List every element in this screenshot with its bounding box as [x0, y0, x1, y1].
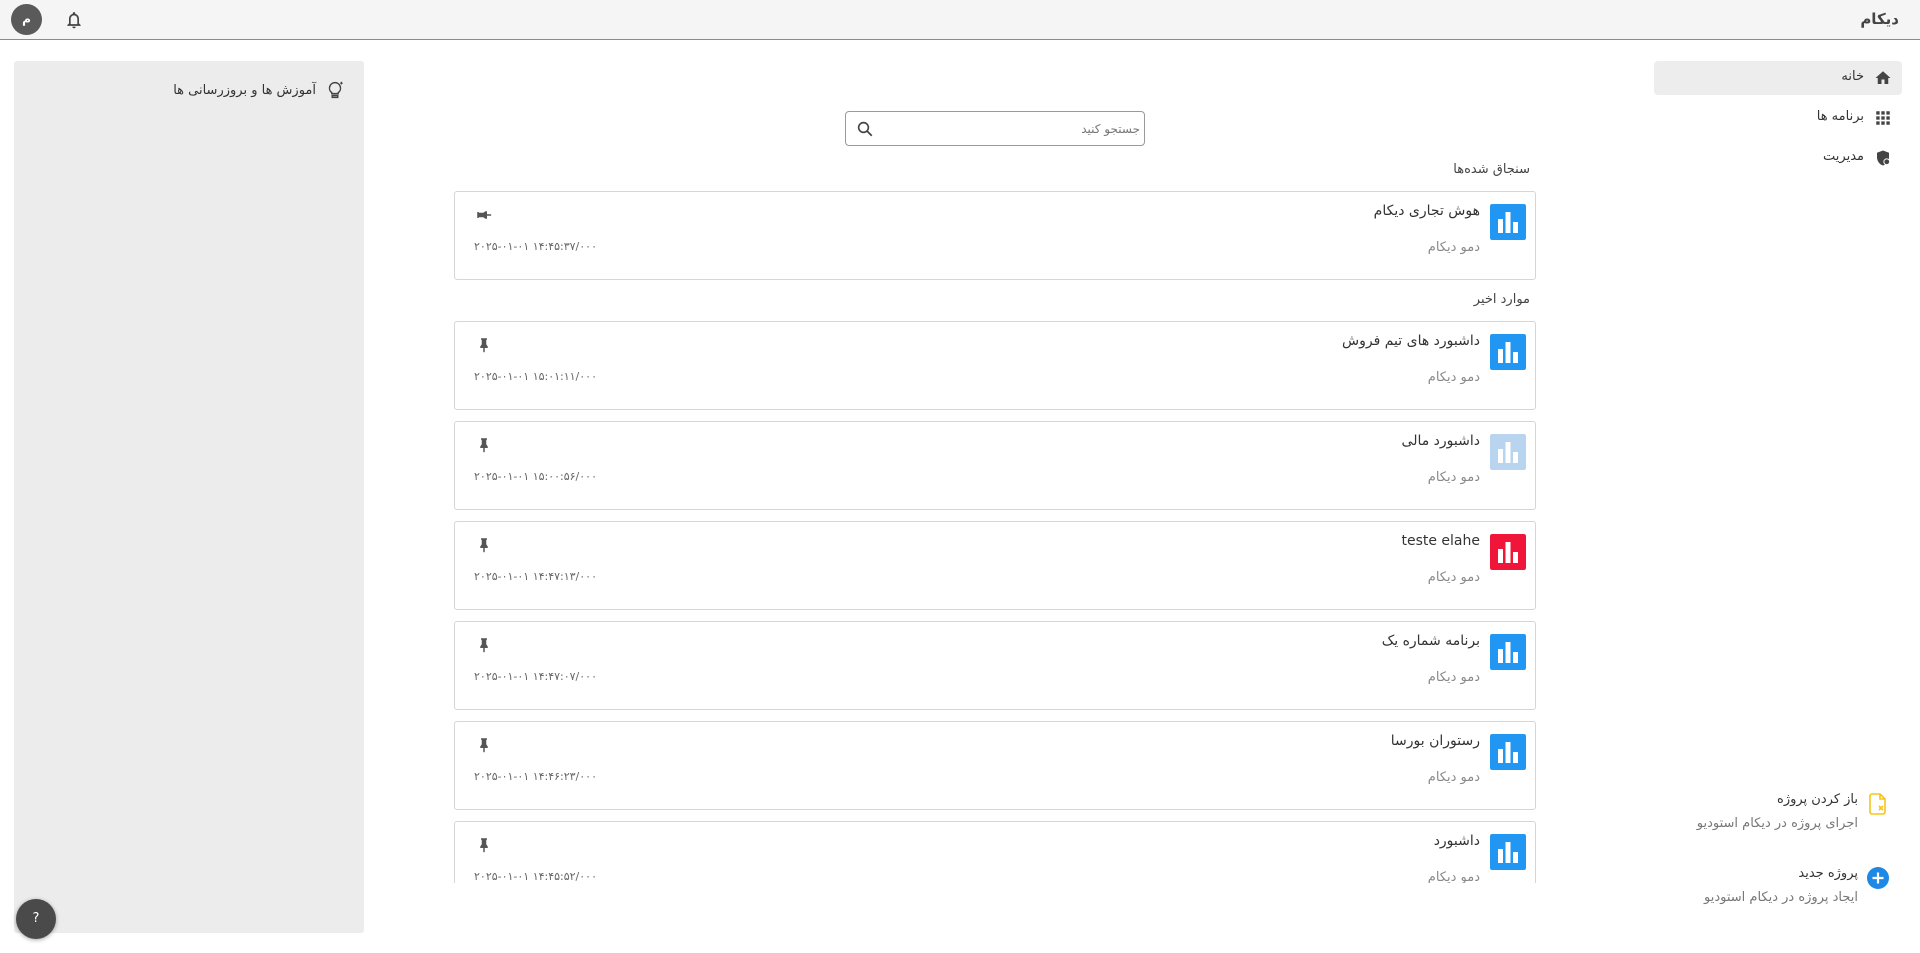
unpin-icon[interactable]: [475, 206, 493, 224]
search-box: [845, 111, 1145, 146]
app-owner: دمو دیکام: [1427, 570, 1480, 585]
pin-icon[interactable]: [475, 736, 493, 754]
new-project-subtitle: ایجاد پروژه در دیکام استودیو: [1704, 890, 1858, 905]
app-date: ۲۰۲۵-۰۱-۰۱ ۱۴:۴۵:۵۲/۰۰۰: [474, 870, 597, 883]
nav-item-admin[interactable]: مدیریت: [1654, 141, 1902, 175]
recent-app-card[interactable]: داشبورد مالی دمو دیکام ۲۰۲۵-۰۱-۰۱ ۱۵:۰۰:۵۶…: [454, 421, 1536, 510]
tips-label: آموزش ها و بروزرسانی ها: [173, 83, 316, 98]
bar-chart-app-icon: [1490, 734, 1526, 770]
app-name: هوش تجاری دیکام: [1373, 203, 1480, 219]
app-name: برنامه شماره یک: [1381, 633, 1480, 649]
pin-icon[interactable]: [475, 436, 493, 454]
bar-chart-app-icon: [1490, 434, 1526, 470]
app-owner: دمو دیکام: [1427, 370, 1480, 385]
pinned-section-title: سنجاق شده‌ها: [1453, 162, 1530, 177]
open-project-subtitle: اجرای پروژه در دیکام استودیو: [1696, 816, 1858, 831]
admin-shield-icon: [1877, 150, 1891, 166]
app-name: داشبورد مالی: [1401, 433, 1480, 449]
app-date: ۲۰۲۵-۰۱-۰۱ ۱۵:۰۰:۵۶/۰۰۰: [474, 470, 597, 483]
help-button[interactable]: ?: [16, 899, 56, 939]
app-name: teste elahe: [1401, 533, 1480, 549]
nav-item-label: مدیریت: [1823, 149, 1864, 164]
nav-item-apps[interactable]: برنامه ها: [1654, 101, 1902, 135]
brand-title: دیکام: [1860, 10, 1899, 28]
app-name: رستوران بورسا: [1390, 733, 1480, 749]
app-date: ۲۰۲۵-۰۱-۰۱ ۱۴:۴۷:۱۳/۰۰۰: [474, 570, 597, 583]
nav-item-home[interactable]: خانه: [1654, 61, 1902, 95]
search-input[interactable]: [890, 118, 1140, 140]
pin-icon[interactable]: [475, 536, 493, 554]
app-owner: دمو دیکام: [1427, 770, 1480, 785]
recent-app-card[interactable]: داشبورد دمو دیکام ۲۰۲۵-۰۱-۰۱ ۱۴:۴۵:۵۲/۰۰۰: [454, 821, 1536, 883]
bell-icon[interactable]: [64, 10, 84, 30]
avatar[interactable]: م: [11, 4, 42, 35]
pin-icon[interactable]: [475, 836, 493, 854]
pin-icon[interactable]: [475, 636, 493, 654]
bar-chart-app-icon: [1490, 534, 1526, 570]
app-date: ۲۰۲۵-۰۱-۰۱ ۱۴:۴۵:۳۷/۰۰۰: [474, 240, 597, 253]
bar-chart-app-icon: [1490, 834, 1526, 870]
recent-app-card[interactable]: teste elahe دمو دیکام ۲۰۲۵-۰۱-۰۱ ۱۴:۴۷:۱۳/…: [454, 521, 1536, 610]
search-icon[interactable]: [856, 120, 874, 138]
lightbulb-icon: [328, 81, 343, 99]
app-name: داشبورد های تیم فروش: [1342, 333, 1480, 349]
app-owner: دمو دیکام: [1427, 470, 1480, 485]
top-bar: دیکام م: [0, 0, 1920, 40]
home-icon: [1875, 71, 1891, 84]
pin-icon[interactable]: [475, 336, 493, 354]
app-name: داشبورد: [1433, 833, 1480, 849]
open-project-title: باز کردن پروژه: [1777, 792, 1858, 807]
recent-app-card[interactable]: داشبورد های تیم فروش دمو دیکام ۲۰۲۵-۰۱-۰۱ …: [454, 321, 1536, 410]
app-owner: دمو دیکام: [1427, 240, 1480, 255]
bar-chart-app-icon: [1490, 334, 1526, 370]
app-date: ۲۰۲۵-۰۱-۰۱ ۱۴:۴۷:۰۷/۰۰۰: [474, 670, 597, 683]
open-file-icon: [1869, 793, 1886, 815]
bar-chart-app-icon: [1490, 634, 1526, 670]
recent-app-card[interactable]: برنامه شماره یک دمو دیکام ۲۰۲۵-۰۱-۰۱ ۱۴:۴۷…: [454, 621, 1536, 710]
app-owner: دمو دیکام: [1427, 870, 1480, 883]
recent-app-card[interactable]: رستوران بورسا دمو دیکام ۲۰۲۵-۰۱-۰۱ ۱۴:۴۶:۲…: [454, 721, 1536, 810]
nav-item-label: برنامه ها: [1816, 109, 1864, 124]
add-circle-icon: [1867, 867, 1889, 889]
app-date: ۲۰۲۵-۰۱-۰۱ ۱۵:۰۱:۱۱/۰۰۰: [474, 370, 597, 383]
app-list: هوش تجاری دیکام دمو دیکام ۲۰۲۵-۰۱-۰۱ ۱۴:۴۵…: [450, 186, 1540, 883]
bar-chart-app-icon: [1490, 204, 1526, 240]
open-project-action[interactable]: باز کردن پروژه اجرای پروژه در دیکام استو…: [1660, 792, 1890, 836]
new-project-action[interactable]: پروژه جدید ایجاد پروژه در دیکام استودیو: [1660, 866, 1890, 910]
app-owner: دمو دیکام: [1427, 670, 1480, 685]
pinned-app-card[interactable]: هوش تجاری دیکام دمو دیکام ۲۰۲۵-۰۱-۰۱ ۱۴:۴۵…: [454, 191, 1536, 280]
nav-item-label: خانه: [1841, 69, 1864, 84]
app-date: ۲۰۲۵-۰۱-۰۱ ۱۴:۴۶:۲۳/۰۰۰: [474, 770, 597, 783]
tips-panel: آموزش ها و بروزرسانی ها: [14, 61, 364, 933]
apps-grid-icon: [1876, 111, 1890, 125]
new-project-title: پروژه جدید: [1798, 866, 1858, 881]
